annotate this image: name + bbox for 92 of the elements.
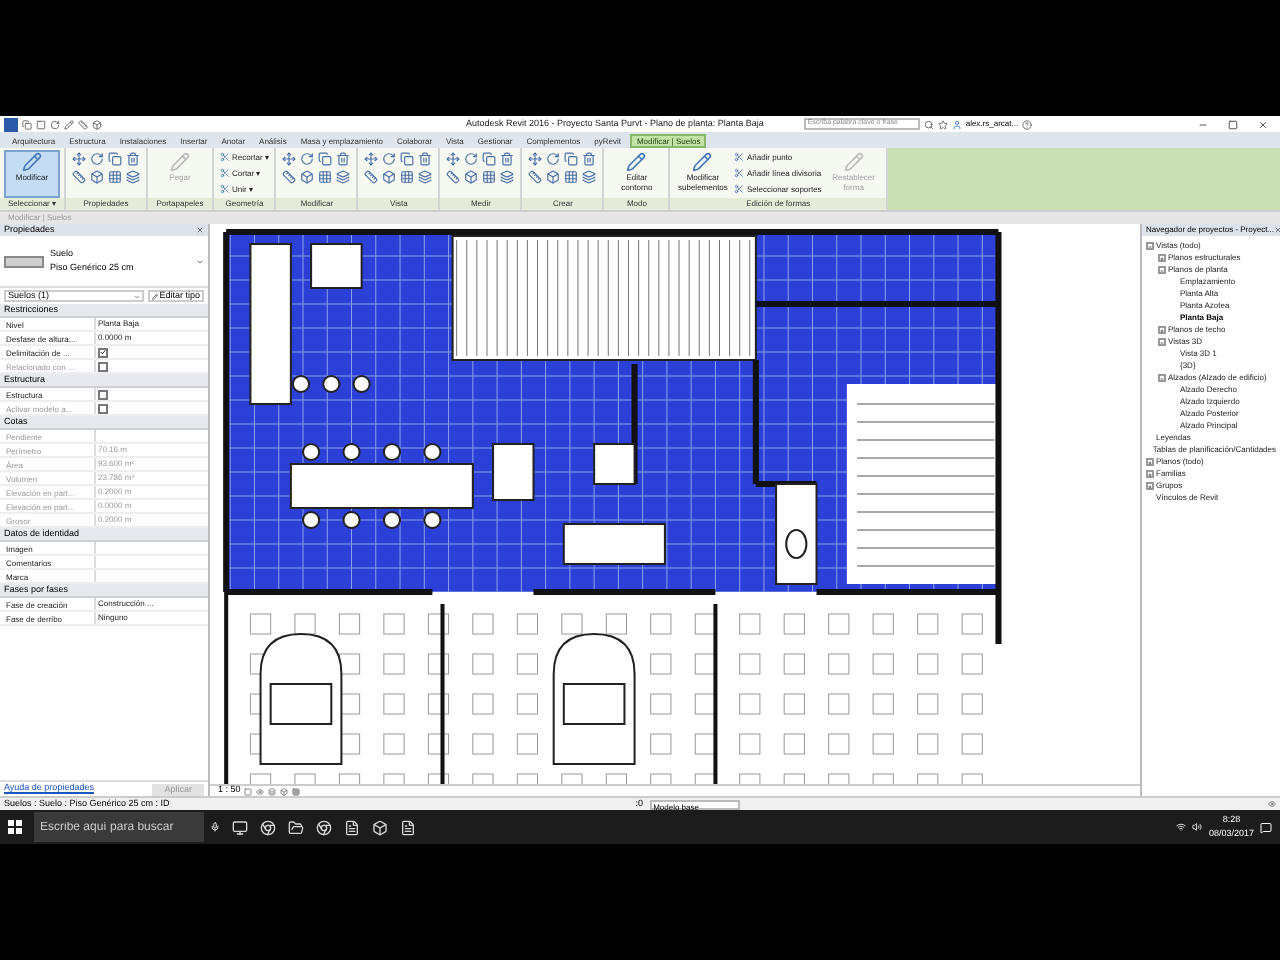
pencil-icon — [692, 152, 713, 172]
collapse-icon[interactable] — [1158, 374, 1166, 382]
expand-icon[interactable] — [1146, 458, 1154, 466]
pencil-icon — [843, 152, 864, 172]
tool-icon[interactable] — [90, 152, 104, 166]
expand-icon[interactable] — [1158, 326, 1166, 334]
tool-icon[interactable] — [382, 152, 397, 166]
tool-icon[interactable] — [464, 152, 479, 166]
tool-icon[interactable] — [300, 152, 315, 166]
view-control-icon[interactable] — [244, 787, 253, 795]
collapse-icon[interactable] — [1146, 242, 1154, 250]
view-control-icon[interactable] — [292, 787, 301, 795]
tool-icon[interactable] — [446, 170, 461, 184]
star-icon[interactable] — [937, 119, 948, 129]
help-icon[interactable] — [1022, 119, 1033, 129]
microphone-icon[interactable] — [210, 822, 220, 832]
tool-icon[interactable] — [528, 170, 543, 184]
toolbar-icon[interactable] — [78, 119, 88, 129]
tool-icon[interactable] — [336, 152, 351, 166]
toolbar-icon[interactable] — [92, 119, 102, 129]
taskbar-app-icon[interactable] — [316, 819, 332, 835]
tool-icon[interactable] — [282, 152, 297, 166]
taskbar-app-icon[interactable] — [400, 819, 416, 835]
tool-icon[interactable] — [72, 152, 86, 166]
volume-icon[interactable] — [1192, 822, 1203, 832]
tool-icon[interactable] — [382, 170, 397, 184]
collapse-icon[interactable] — [1158, 266, 1166, 274]
taskbar-app-icon[interactable] — [232, 819, 248, 835]
type-preview-swatch — [4, 255, 44, 267]
tool-icon[interactable] — [564, 170, 579, 184]
tool-icon[interactable] — [126, 170, 140, 184]
start-icon[interactable] — [8, 820, 22, 834]
expand-icon[interactable] — [1158, 254, 1166, 262]
taskbar-app-icon[interactable] — [344, 819, 360, 835]
view-control-icon[interactable] — [280, 787, 289, 795]
tool-icon[interactable] — [582, 170, 597, 184]
app-logo-icon[interactable] — [4, 117, 18, 131]
tool-icon[interactable] — [108, 152, 122, 166]
tool-icon — [220, 152, 230, 162]
tool-icon[interactable] — [364, 152, 379, 166]
minimize-icon[interactable] — [1198, 119, 1208, 129]
tool-icon[interactable] — [400, 170, 415, 184]
tool-icon[interactable] — [400, 152, 415, 166]
tool-icon[interactable] — [464, 170, 479, 184]
tool-icon[interactable] — [318, 152, 333, 166]
tool-icon[interactable] — [318, 170, 333, 184]
taskbar-app-icon[interactable] — [260, 819, 276, 835]
taskbar-app-icon[interactable] — [288, 819, 304, 835]
pencil-icon — [626, 152, 647, 172]
expand-icon[interactable] — [1146, 470, 1154, 478]
tool-icon[interactable] — [72, 170, 86, 184]
expand-icon[interactable] — [1146, 482, 1154, 490]
tool-icon[interactable] — [364, 170, 379, 184]
toolbar-icon[interactable] — [22, 119, 32, 129]
pencil-icon — [170, 152, 190, 172]
tool-icon[interactable] — [126, 152, 140, 166]
toolbar-icon[interactable] — [64, 119, 74, 129]
maximize-icon[interactable] — [1228, 119, 1238, 129]
filter-icon[interactable] — [1268, 800, 1276, 808]
tool-icon[interactable] — [446, 152, 461, 166]
tool-icon[interactable] — [582, 152, 597, 166]
tool-icon[interactable] — [546, 170, 561, 184]
view-control-icon[interactable] — [268, 787, 277, 795]
collapse-icon[interactable] — [1158, 338, 1166, 346]
tool-icon[interactable] — [108, 170, 122, 184]
tool-icon — [220, 184, 230, 194]
tool-icon[interactable] — [482, 152, 497, 166]
tool-icon[interactable] — [90, 170, 104, 184]
tool-icon[interactable] — [282, 170, 297, 184]
tool-icon[interactable] — [546, 152, 561, 166]
wifi-icon[interactable] — [1176, 822, 1187, 832]
tool-icon[interactable] — [418, 170, 433, 184]
toolbar-icon[interactable] — [50, 119, 60, 129]
pencil-icon — [22, 152, 42, 172]
toolbar-icon[interactable] — [36, 119, 46, 129]
tool-icon[interactable] — [336, 170, 351, 184]
tool-icon[interactable] — [482, 170, 497, 184]
tool-icon[interactable] — [500, 152, 515, 166]
user-icon[interactable] — [951, 119, 962, 129]
checkbox[interactable] — [98, 347, 108, 357]
pencil-icon — [151, 293, 158, 299]
tool-icon[interactable] — [418, 152, 433, 166]
taskbar-app-icon[interactable] — [372, 819, 388, 835]
tool-icon[interactable] — [300, 170, 315, 184]
tool-icon[interactable] — [500, 170, 515, 184]
tool-icon[interactable] — [528, 152, 543, 166]
checkbox[interactable] — [98, 389, 108, 399]
tool-icon — [220, 168, 230, 178]
search-icon[interactable] — [923, 119, 934, 129]
notification-icon[interactable] — [1260, 821, 1272, 833]
view-control-icon[interactable] — [256, 787, 265, 795]
tool-icon[interactable] — [564, 152, 579, 166]
